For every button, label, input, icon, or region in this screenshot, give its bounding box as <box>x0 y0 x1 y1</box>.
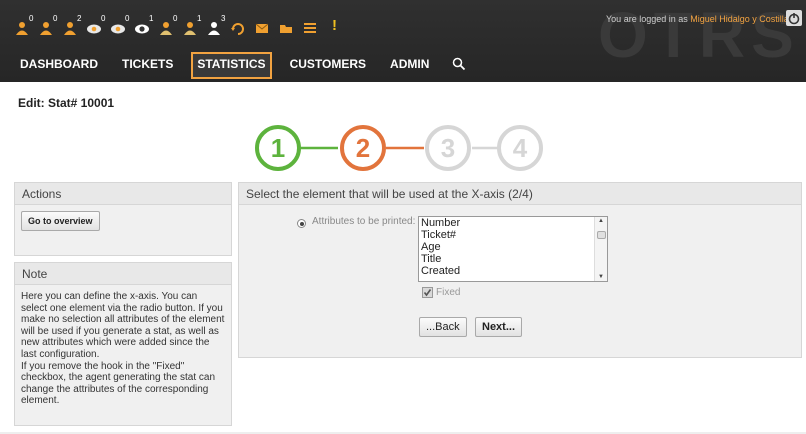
alert-icon[interactable]: ! <box>332 17 337 34</box>
list-item[interactable]: Title <box>419 253 607 265</box>
step-3: 3 <box>425 125 471 171</box>
listbox-scrollbar[interactable]: ▲ ▼ <box>594 217 607 281</box>
list-item[interactable]: Ticket# <box>419 229 607 241</box>
list-item[interactable]: Age <box>419 241 607 253</box>
svg-text:2: 2 <box>356 133 370 163</box>
nav-admin[interactable]: ADMIN <box>384 52 435 79</box>
nav-customers[interactable]: CUSTOMERS <box>284 52 372 79</box>
folder-icon <box>280 25 292 33</box>
toolbar: 0 0 2 0 0 1 0 1 3! <box>14 14 337 40</box>
mail-icon <box>255 23 269 33</box>
toolbar-item[interactable]: 1 <box>134 14 157 38</box>
toolbar-item[interactable] <box>278 14 301 38</box>
toolbar-item[interactable] <box>254 14 277 38</box>
svg-text:3: 3 <box>441 133 455 163</box>
note-panel: Note Here you can define the x-axis. You… <box>14 262 232 426</box>
toolbar-item[interactable] <box>302 14 325 38</box>
step-indicator: 1 2 3 4 <box>255 125 543 171</box>
go-to-overview-button[interactable]: Go to overview <box>21 211 100 231</box>
scroll-down-icon[interactable]: ▼ <box>598 274 604 280</box>
step-4: 4 <box>497 125 543 171</box>
logout-button[interactable] <box>786 10 802 26</box>
step-1: 1 <box>255 125 301 171</box>
watched-icon <box>111 24 125 34</box>
page-title: Edit: Stat# 10001 <box>18 96 115 110</box>
header-bar: OTRS 0 0 2 0 0 1 0 1 3! You are logged in as Mig… <box>0 0 806 82</box>
xaxis-heading: Select the element that will be used at … <box>239 183 801 205</box>
toolbar-item[interactable]: 0 <box>38 14 61 38</box>
eye-icon <box>135 24 149 34</box>
power-icon <box>788 13 800 25</box>
agent-icon <box>16 22 28 35</box>
svg-text:1: 1 <box>271 133 285 163</box>
search-icon[interactable] <box>451 56 467 72</box>
toolbar-count-badge: 1 <box>197 14 202 23</box>
nav-dashboard[interactable]: DASHBOARD <box>14 52 104 79</box>
toolbar-count-badge: 0 <box>101 14 106 23</box>
nav-tickets[interactable]: TICKETS <box>116 52 179 79</box>
back-button[interactable]: ...Back <box>419 317 467 337</box>
note-heading: Note <box>15 263 231 285</box>
owner-icon <box>208 22 220 35</box>
toolbar-item[interactable]: 0 <box>86 14 109 38</box>
checkmark-icon <box>423 289 432 297</box>
main-nav: DASHBOARD TICKETS STATISTICS CUSTOMERS A… <box>14 52 467 79</box>
login-prefix: You are logged in as <box>606 14 688 24</box>
responsible-icon <box>184 22 196 35</box>
list-item[interactable]: Number <box>419 217 607 229</box>
agent-icon <box>64 22 76 35</box>
toolbar-count-badge: 0 <box>125 14 130 23</box>
next-button[interactable]: Next... <box>475 317 523 337</box>
toolbar-item[interactable] <box>230 14 253 38</box>
toolbar-item[interactable]: 0 <box>14 14 37 38</box>
fixed-checkbox[interactable] <box>422 287 433 298</box>
svg-text:4: 4 <box>513 133 528 163</box>
attributes-listbox[interactable]: Number Ticket# Age Title Created ▲ ▼ <box>418 216 608 282</box>
toolbar-count-badge: 0 <box>173 14 178 23</box>
toolbar-count-badge: 3 <box>221 14 226 23</box>
toolbar-item[interactable]: 3 <box>206 14 229 38</box>
toolbar-item[interactable]: 2 <box>62 14 85 38</box>
brand-logo: OTRS <box>598 0 800 71</box>
step-2: 2 <box>340 125 386 171</box>
toolbar-item[interactable]: 0 <box>110 14 133 38</box>
scroll-up-icon[interactable]: ▲ <box>598 218 604 224</box>
fixed-label: Fixed <box>436 287 461 298</box>
attributes-label: Attributes to be printed: <box>312 216 416 227</box>
login-user-link[interactable]: Miguel Hidalgo y Costilla <box>690 14 789 24</box>
nav-statistics[interactable]: STATISTICS <box>191 52 272 79</box>
xaxis-panel: Select the element that will be used at … <box>238 182 802 358</box>
refresh-icon <box>231 23 244 35</box>
toolbar-item[interactable]: 1 <box>182 14 205 38</box>
login-info: You are logged in as Miguel Hidalgo y Co… <box>606 14 789 24</box>
scrollbar-thumb[interactable] <box>597 231 606 239</box>
note-text: Here you can define the x-axis. You can … <box>21 291 225 407</box>
toolbar-count-badge: 0 <box>53 14 58 23</box>
actions-panel: Actions Go to overview <box>14 182 232 256</box>
toolbar-item[interactable]: 0 <box>158 14 181 38</box>
toolbar-count-badge: 0 <box>29 14 34 23</box>
responsible-icon <box>160 22 172 35</box>
list-icon <box>304 23 316 33</box>
toolbar-count-badge: 1 <box>149 14 154 23</box>
list-item[interactable]: Created <box>419 265 607 277</box>
actions-heading: Actions <box>15 183 231 205</box>
toolbar-count-badge: 2 <box>77 14 82 23</box>
attributes-radio[interactable] <box>297 219 306 228</box>
watched-icon <box>87 24 101 34</box>
agent-icon <box>40 22 52 35</box>
